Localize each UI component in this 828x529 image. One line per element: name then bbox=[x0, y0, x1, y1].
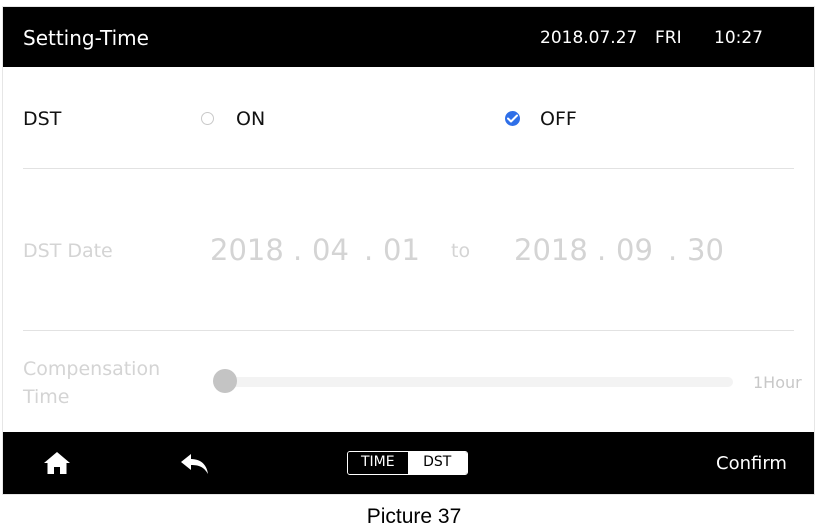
compensation-slider-handle[interactable] bbox=[213, 369, 237, 393]
dst-label: DST bbox=[23, 108, 62, 130]
end-year-field[interactable]: 2018 bbox=[514, 233, 588, 267]
page-title: Setting-Time bbox=[23, 26, 149, 50]
end-day-field[interactable]: 30 bbox=[687, 233, 724, 267]
figure-caption: Picture 37 bbox=[366, 505, 462, 528]
dst-on-label[interactable]: ON bbox=[236, 108, 265, 130]
time-dst-tab-switch: TIME DST bbox=[347, 451, 468, 475]
start-month-field[interactable]: 04 bbox=[312, 233, 349, 267]
dst-date-label: DST Date bbox=[23, 240, 113, 262]
compensation-time-label: Compensation Time bbox=[23, 358, 161, 408]
dst-off-radio[interactable] bbox=[505, 111, 520, 126]
footer-bar: TIME DST Confirm bbox=[3, 432, 814, 494]
tab-time[interactable]: TIME bbox=[348, 452, 408, 474]
header-bar: Setting-Time 2018.07.27 FRI 10:27 bbox=[3, 7, 814, 67]
divider bbox=[23, 330, 794, 331]
confirm-button[interactable]: Confirm bbox=[716, 453, 787, 474]
compensation-max-label: 1Hour bbox=[753, 373, 802, 392]
home-icon[interactable] bbox=[43, 450, 71, 476]
dst-on-radio[interactable] bbox=[201, 112, 214, 125]
header-time: 10:27 bbox=[714, 28, 763, 48]
checkmark-icon bbox=[507, 114, 518, 123]
start-year-field[interactable]: 2018 bbox=[210, 233, 284, 267]
date-separator: . bbox=[597, 233, 607, 267]
divider bbox=[23, 168, 794, 169]
tab-dst[interactable]: DST bbox=[407, 452, 467, 474]
end-month-field[interactable]: 09 bbox=[616, 233, 653, 267]
compensation-slider-track[interactable] bbox=[225, 377, 733, 387]
date-separator: . bbox=[293, 233, 303, 267]
device-screen: Setting-Time 2018.07.27 FRI 10:27 DST ON… bbox=[2, 6, 815, 495]
dst-off-label[interactable]: OFF bbox=[540, 108, 577, 130]
date-separator: . bbox=[364, 233, 374, 267]
date-range-to-label: to bbox=[451, 240, 471, 262]
header-date: 2018.07.27 bbox=[540, 28, 638, 48]
start-day-field[interactable]: 01 bbox=[383, 233, 420, 267]
header-weekday: FRI bbox=[655, 28, 682, 48]
date-separator: . bbox=[668, 233, 678, 267]
back-arrow-icon[interactable] bbox=[179, 452, 211, 476]
